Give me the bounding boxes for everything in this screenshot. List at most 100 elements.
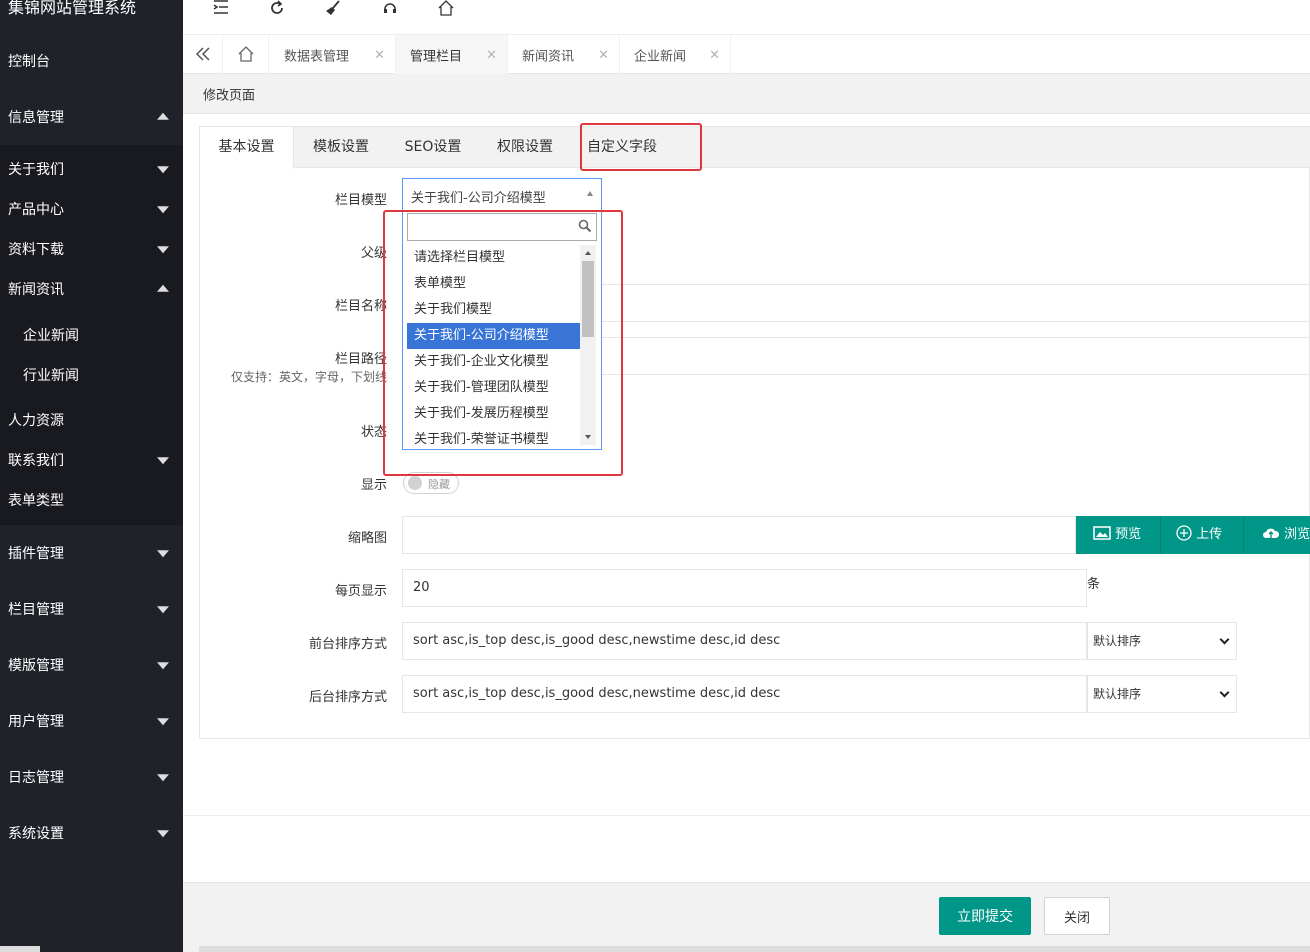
tabs-left-icon[interactable] [183, 35, 223, 74]
service-icon[interactable] [375, 0, 405, 20]
menu-logs[interactable]: 日志管理 [0, 749, 183, 805]
close-icon[interactable]: × [598, 47, 609, 62]
menu-templates[interactable]: 模版管理 [0, 637, 183, 693]
sidebar-item-company-news[interactable]: 企业新闻 [0, 315, 183, 355]
close-icon[interactable]: × [486, 47, 497, 62]
path-hint: 仅支持：英文，字母，下划线 [231, 370, 388, 384]
menu-system[interactable]: 系统设置 [0, 805, 183, 861]
menu-users[interactable]: 用户管理 [0, 693, 183, 749]
label-per-page: 每页显示 [334, 584, 387, 599]
caret-down-icon [157, 206, 169, 214]
horizontal-scrollbar[interactable] [199, 946, 1310, 952]
tab-template-settings[interactable]: 模板设置 [294, 127, 388, 168]
caret-down-icon [157, 774, 169, 782]
cloud-upload-icon [1263, 528, 1280, 538]
info-submenu: 关于我们 产品中心 资料下载 新闻资讯 企业新闻 行业新闻 人力资源 联系我们 [0, 145, 183, 525]
sidebar-item-form-type[interactable]: 表单类型 [0, 480, 183, 520]
close-icon[interactable]: × [709, 47, 720, 62]
label-model: 栏目模型 [334, 193, 387, 208]
app-title: 集锦网站管理系统 [8, 0, 137, 17]
page-header: 修改页面 [183, 74, 1310, 114]
menu-info-management[interactable]: 信息管理 [0, 89, 183, 145]
refresh-icon[interactable] [262, 0, 292, 20]
label-back-sort: 后台排序方式 [308, 690, 387, 705]
column-name-input[interactable] [602, 284, 1310, 322]
tab-news[interactable]: 新闻资讯 × [508, 35, 620, 74]
menu-label: 控制台 [8, 54, 50, 70]
tab-seo-settings[interactable]: SEO设置 [388, 127, 478, 168]
menu-label: 信息管理 [8, 110, 64, 126]
home-icon[interactable] [431, 0, 461, 20]
tab-basic-settings[interactable]: 基本设置 [200, 127, 294, 169]
chevron-down-icon [1219, 634, 1230, 645]
sidebar-item-products[interactable]: 产品中心 [0, 189, 183, 229]
plus-circle-icon [1176, 525, 1192, 541]
tab-data-table[interactable]: 数据表管理 × [270, 35, 396, 74]
sidebar-item-about[interactable]: 关于我们 [0, 149, 183, 189]
back-sort-select[interactable]: 默认排序 [1087, 675, 1237, 713]
sidebar-item-hr[interactable]: 人力资源 [0, 400, 183, 440]
tab-permission-settings[interactable]: 权限设置 [478, 127, 572, 168]
front-sort-select[interactable]: 默认排序 [1087, 622, 1237, 660]
annotation-box [580, 123, 702, 171]
label-status: 状态 [360, 425, 387, 440]
tab-company-news[interactable]: 企业新闻 × [620, 35, 731, 74]
caret-down-icon [157, 550, 169, 558]
label-front-sort: 前台排序方式 [308, 637, 387, 652]
back-sort-input[interactable]: sort asc,is_top desc,is_good desc,newsti… [402, 675, 1087, 713]
chevron-down-icon [1219, 687, 1230, 698]
divider [183, 815, 1310, 816]
caret-down-icon [157, 830, 169, 838]
column-path-input[interactable] [602, 337, 1310, 375]
page-title: 修改页面 [203, 88, 256, 103]
preview-button[interactable]: 预览 [1076, 516, 1161, 554]
caret-down-icon [157, 457, 169, 465]
sidebar-item-downloads[interactable]: 资料下载 [0, 229, 183, 269]
annotation-box [383, 210, 623, 476]
label-show: 显示 [360, 478, 387, 493]
home-icon [238, 46, 253, 62]
per-page-input[interactable]: 20 [402, 569, 1087, 607]
toggle-label: 隐藏 [428, 478, 450, 491]
caret-down-icon [157, 246, 169, 254]
caret-up-icon [157, 112, 169, 120]
close-button[interactable]: 关闭 [1044, 897, 1110, 935]
thumbnail-buttons: 预览 上传 浏览 [1076, 516, 1310, 554]
caret-up-icon [587, 191, 593, 196]
caret-down-icon [157, 166, 169, 174]
form-footer: 立即提交 关闭 [183, 882, 1310, 952]
per-page-unit: 条 [1087, 577, 1101, 592]
caret-down-icon [157, 606, 169, 614]
broom-icon[interactable] [318, 0, 348, 20]
menu-plugins[interactable]: 插件管理 [0, 525, 183, 581]
menu-fold-icon[interactable] [206, 0, 236, 20]
browse-button[interactable]: 浏览 [1244, 516, 1310, 554]
upload-button[interactable]: 上传 [1161, 516, 1244, 554]
tab-home[interactable] [223, 35, 269, 74]
front-sort-input[interactable]: sort asc,is_top desc,is_good desc,newsti… [402, 622, 1087, 660]
label-column-name: 栏目名称 [334, 299, 387, 314]
sidebar-item-contact[interactable]: 联系我们 [0, 440, 183, 480]
card-tabs: 基本设置 模板设置 SEO设置 权限设置 自定义字段 [200, 123, 1310, 171]
image-icon [1093, 526, 1111, 540]
close-icon[interactable]: × [374, 47, 385, 62]
model-select[interactable]: 关于我们-公司介绍模型 [402, 178, 602, 212]
label-parent: 父级 [360, 246, 387, 261]
thumbnail-input[interactable] [402, 516, 1076, 554]
caret-down-icon [157, 662, 169, 670]
caret-up-icon [157, 284, 169, 292]
submit-button[interactable]: 立即提交 [939, 897, 1031, 935]
sidebar-item-news[interactable]: 新闻资讯 [0, 269, 183, 309]
tab-manage-columns[interactable]: 管理栏目 × [396, 35, 508, 75]
caret-down-icon [157, 718, 169, 726]
sidebar: 集锦网站管理系统 控制台 信息管理 关于我们 产品中心 资料下载 新闻资讯 企业… [0, 0, 183, 952]
menu-console[interactable]: 控制台 [0, 33, 183, 89]
sidebar-item-industry-news[interactable]: 行业新闻 [0, 355, 183, 395]
page-tabbar: 数据表管理 × 管理栏目 × 新闻资讯 × 企业新闻 × [183, 34, 1310, 75]
toggle-knob [408, 476, 422, 490]
menu-columns[interactable]: 栏目管理 [0, 581, 183, 637]
top-toolbar [183, 0, 1310, 34]
label-column-path: 栏目路径 [334, 352, 387, 367]
label-thumbnail: 缩略图 [347, 531, 387, 546]
sidebar-scrollbar[interactable] [0, 946, 40, 952]
